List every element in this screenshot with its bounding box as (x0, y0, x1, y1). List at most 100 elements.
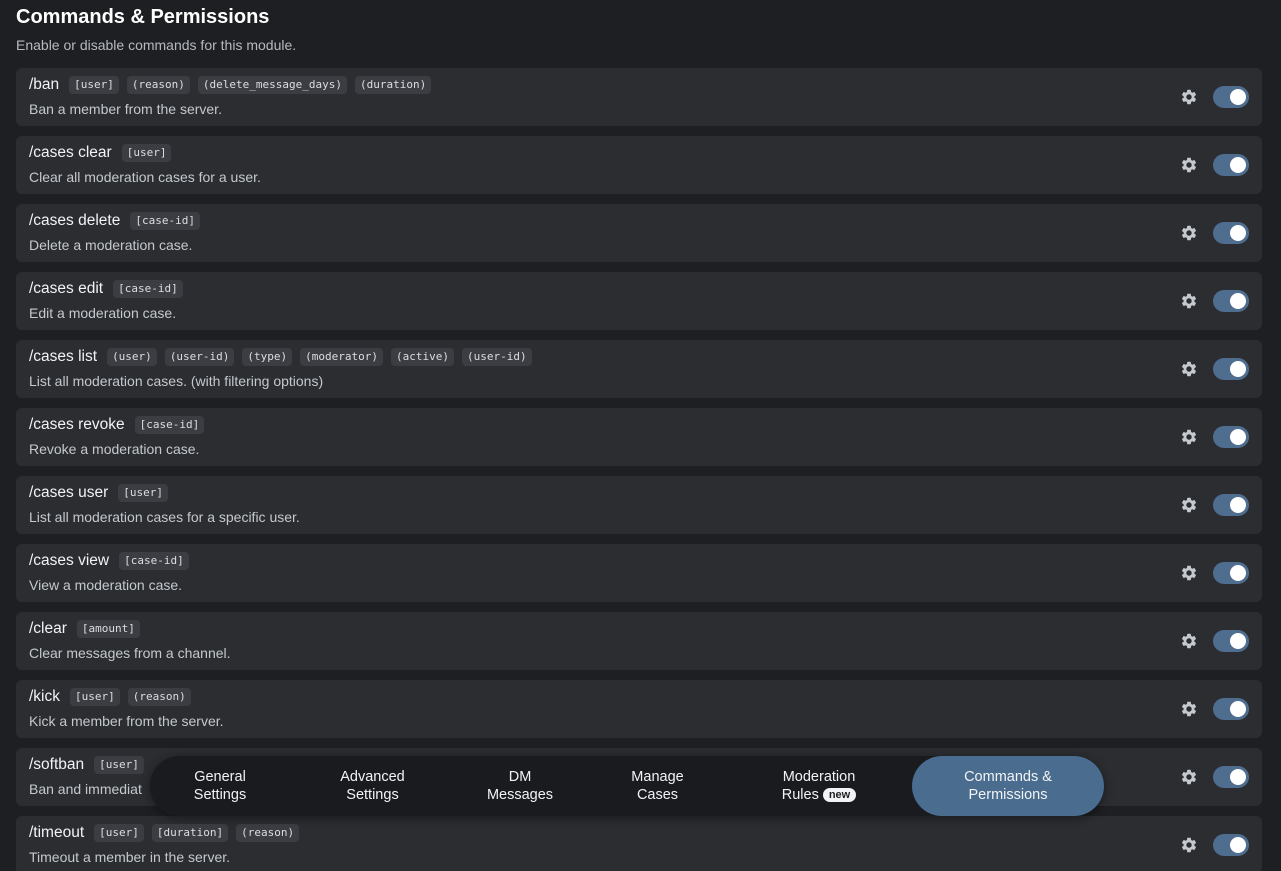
command-row: /kick [user] (reason) Kick a member from th… (16, 680, 1262, 738)
toggle-knob (1230, 89, 1246, 105)
command-name: /cases view (29, 552, 110, 569)
tab-commands-permissions[interactable]: Commands & Permissions (912, 756, 1104, 816)
tab-dm-messages[interactable]: DM Messages (455, 756, 585, 816)
command-toggle[interactable] (1213, 698, 1249, 720)
command-header: /cases list (user) (user-id) (type) (moderat… (29, 347, 540, 367)
command-description: Revoke a moderation case. (29, 441, 200, 457)
command-description: Ban and immediat (29, 781, 142, 797)
command-toggle[interactable] (1213, 86, 1249, 108)
toggle-knob (1230, 769, 1246, 785)
command-header: /cases delete [case-id] (29, 211, 208, 231)
toggle-knob (1230, 157, 1246, 173)
command-name: /cases delete (29, 212, 121, 229)
tab-label-line2-wrap: Settings (340, 786, 405, 804)
command-argument: (duration) (354, 76, 432, 94)
gear-icon[interactable] (1180, 768, 1198, 786)
command-name: /cases edit (29, 280, 104, 297)
command-row: /cases clear [user] Clear all moderation c… (16, 136, 1262, 194)
command-header: /softban [user] (29, 755, 152, 775)
tab-manage-cases[interactable]: Manage Cases (590, 756, 725, 816)
gear-icon[interactable] (1180, 224, 1198, 242)
command-toggle[interactable] (1213, 154, 1249, 176)
tab-advanced-settings[interactable]: Advanced Settings (300, 756, 445, 816)
command-argument: (user) (107, 348, 157, 366)
command-header: /cases clear [user] (29, 143, 179, 163)
gear-icon[interactable] (1180, 360, 1198, 378)
command-toggle[interactable] (1213, 766, 1249, 788)
command-toggle[interactable] (1213, 834, 1249, 856)
command-argument: (active) (391, 348, 455, 366)
toggle-knob (1230, 565, 1246, 581)
gear-icon[interactable] (1180, 88, 1198, 106)
command-argument: (type) (242, 348, 293, 366)
gear-icon[interactable] (1180, 156, 1198, 174)
command-name: /cases revoke (29, 416, 125, 433)
gear-icon[interactable] (1180, 632, 1198, 650)
command-toggle[interactable] (1213, 290, 1249, 312)
command-header: /cases view [case-id] (29, 551, 197, 571)
command-row: /clear [amount] Clear messages from a chan… (16, 612, 1262, 670)
new-badge: new (822, 788, 857, 802)
tab-label-line1: DM (508, 769, 532, 785)
command-row: /cases revoke [case-id] Revoke a moderatio… (16, 408, 1262, 466)
tab-label: Moderation Rules new (782, 768, 857, 804)
command-toggle[interactable] (1213, 426, 1249, 448)
command-argument: (moderator) (300, 348, 384, 366)
command-toggle[interactable] (1213, 494, 1249, 516)
gear-icon[interactable] (1180, 428, 1198, 446)
tab-label: Manage Cases (631, 768, 683, 804)
toggle-knob (1230, 361, 1246, 377)
gear-icon[interactable] (1180, 564, 1198, 582)
command-row: /timeout [user] [duration] (reason) Timeout … (16, 816, 1262, 871)
gear-icon[interactable] (1180, 700, 1198, 718)
tab-label-line2: Settings (193, 787, 247, 803)
command-name: /timeout (29, 824, 85, 841)
tab-label-line1: Manage (631, 769, 684, 785)
command-toggle[interactable] (1213, 222, 1249, 244)
command-toggle[interactable] (1213, 562, 1249, 584)
gear-icon[interactable] (1180, 496, 1198, 514)
tab-label-line1: Moderation (782, 769, 856, 785)
command-argument: [user] (94, 756, 144, 774)
tab-label: DM Messages (487, 768, 553, 804)
tab-label-line2-wrap: Cases (631, 786, 683, 804)
command-header: /ban [user] (reason) (delete_message_days) (… (29, 75, 439, 95)
tab-label-line1: Commands & (964, 769, 1052, 785)
tab-label-line2: Cases (636, 787, 679, 803)
command-header: /kick [user] (reason) (29, 687, 199, 707)
gear-icon[interactable] (1180, 292, 1198, 310)
toggle-knob (1230, 701, 1246, 717)
command-argument: (user-id) (462, 348, 532, 366)
toggle-knob (1230, 293, 1246, 309)
command-description: Delete a moderation case. (29, 237, 193, 253)
toggle-knob (1230, 837, 1246, 853)
command-toggle[interactable] (1213, 358, 1249, 380)
command-description: Timeout a member in the server. (29, 849, 231, 865)
commands-permissions-page: Commands & Permissions Enable or disable… (0, 0, 1281, 871)
gear-icon[interactable] (1180, 836, 1198, 854)
command-argument: [case-id] (130, 212, 200, 230)
tab-moderation-rules[interactable]: Moderation Rules new (740, 756, 898, 816)
command-name: /cases list (29, 348, 98, 365)
command-name: /kick (29, 688, 60, 705)
command-row: /ban [user] (reason) (delete_message_days) (… (16, 68, 1262, 126)
tab-label: Advanced Settings (340, 768, 405, 804)
tab-label-line2-wrap: Rules new (782, 786, 857, 804)
command-argument: (user-id) (164, 348, 235, 366)
page-title: Commands & Permissions (16, 6, 270, 28)
command-row: /cases list (user) (user-id) (type) (moderat… (16, 340, 1262, 398)
command-argument: [user] (69, 76, 119, 94)
command-name: /clear (29, 620, 67, 637)
command-argument: [user] (94, 824, 144, 842)
toggle-knob (1230, 497, 1246, 513)
command-header: /cases user [user] (29, 483, 176, 503)
command-argument: (delete_message_days) (197, 76, 347, 94)
command-toggle[interactable] (1213, 630, 1249, 652)
command-list: /ban [user] (reason) (delete_message_days) (… (16, 68, 1262, 871)
toggle-knob (1230, 429, 1246, 445)
tab-general-settings[interactable]: General Settings (150, 756, 290, 816)
tab-label: General Settings (194, 768, 246, 804)
tab-label: Commands & Permissions (964, 768, 1052, 804)
tab-label-line2: Messages (486, 787, 554, 803)
tab-label-line2: Settings (346, 787, 399, 803)
